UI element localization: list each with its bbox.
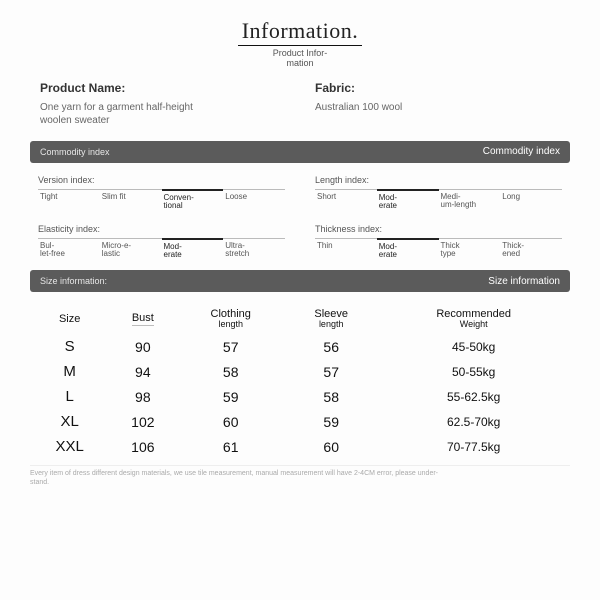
table-row: XL102605962.5-70kg: [30, 409, 570, 434]
table-cell: 102: [109, 409, 176, 434]
table-cell: 58: [285, 384, 377, 409]
thickness-option: Thick-ened: [500, 239, 562, 263]
version-index: Version index: TightSlim fitConven-tional…: [38, 175, 285, 214]
table-cell: XL: [30, 409, 109, 434]
table-cell: 62.5-70kg: [377, 409, 570, 434]
elasticity-option: Micro-e-lastic: [100, 239, 162, 263]
table-cell: 60: [285, 434, 377, 459]
page-subtitle: Product Infor-mation: [30, 49, 570, 69]
table-cell: 61: [176, 434, 285, 459]
fabric-value: Australian 100 wool: [315, 101, 495, 114]
version-option: Loose: [223, 190, 285, 214]
table-cell: 57: [285, 359, 377, 384]
commodity-index-bar: Commodity index Commodity index: [30, 141, 570, 163]
thickness-index: Thickness index: ThinMod-erateThicktypeTh…: [315, 224, 562, 263]
table-cell: 58: [176, 359, 285, 384]
version-option: Tight: [38, 190, 100, 214]
length-option: Short: [315, 190, 377, 214]
table-header: Size: [30, 304, 109, 334]
size-information-bar: Size information: Size information: [30, 270, 570, 292]
indices-grid: Version index: TightSlim fitConven-tional…: [38, 175, 562, 263]
table-cell: 90: [109, 334, 176, 359]
table-cell: 57: [176, 334, 285, 359]
bar-right-label: Size information: [488, 276, 560, 287]
elasticity-index: Elasticity index: Bul-let-freeMicro-e-las…: [38, 224, 285, 263]
size-table: SizeBustClothinglengthSleevelengthRecomm…: [30, 304, 570, 459]
table-header: Clothinglength: [176, 304, 285, 334]
version-index-title: Version index:: [38, 175, 285, 185]
table-cell: 60: [176, 409, 285, 434]
length-index: Length index: ShortMod-erateMedi-um-lengt…: [315, 175, 562, 214]
table-cell: 55-62.5kg: [377, 384, 570, 409]
table-cell: 98: [109, 384, 176, 409]
table-cell: S: [30, 334, 109, 359]
thickness-option: Mod-erate: [377, 238, 439, 263]
length-option: Medi-um-length: [439, 190, 501, 214]
elasticity-option: Ultra-stretch: [223, 239, 285, 263]
table-cell: 70-77.5kg: [377, 434, 570, 459]
version-scale: TightSlim fitConven-tionalLoose: [38, 189, 285, 214]
thickness-option: Thicktype: [439, 239, 501, 263]
product-name-value: One yarn for a garment half-height woole…: [40, 101, 220, 127]
fabric-block: Fabric: Australian 100 wool: [315, 81, 560, 127]
table-cell: 59: [285, 409, 377, 434]
version-option: Conven-tional: [162, 189, 224, 214]
table-cell: 45-50kg: [377, 334, 570, 359]
table-row: M94585750-55kg: [30, 359, 570, 384]
product-info-row: Product Name: One yarn for a garment hal…: [40, 81, 560, 127]
elasticity-option: Mod-erate: [162, 238, 224, 263]
table-cell: 106: [109, 434, 176, 459]
table-header: RecommendedWeight: [377, 304, 570, 334]
length-option: Long: [500, 190, 562, 214]
version-option: Slim fit: [100, 190, 162, 214]
table-cell: XXL: [30, 434, 109, 459]
table-row: L98595855-62.5kg: [30, 384, 570, 409]
table-header: Bust: [109, 304, 176, 334]
product-name-label: Product Name:: [40, 81, 285, 95]
table-cell: 59: [176, 384, 285, 409]
elasticity-index-title: Elasticity index:: [38, 224, 285, 234]
table-cell: M: [30, 359, 109, 384]
table-cell: L: [30, 384, 109, 409]
table-row: XXL106616070-77.5kg: [30, 434, 570, 459]
footnote: Every item of dress different design mat…: [30, 465, 570, 487]
length-option: Mod-erate: [377, 189, 439, 214]
table-row: S90575645-50kg: [30, 334, 570, 359]
table-header: Sleevelength: [285, 304, 377, 334]
length-scale: ShortMod-erateMedi-um-lengthLong: [315, 189, 562, 214]
table-cell: 50-55kg: [377, 359, 570, 384]
product-name-block: Product Name: One yarn for a garment hal…: [40, 81, 285, 127]
thickness-option: Thin: [315, 239, 377, 263]
bar-right-label: Commodity index: [483, 146, 560, 157]
table-cell: 56: [285, 334, 377, 359]
thickness-index-title: Thickness index:: [315, 224, 562, 234]
table-cell: 94: [109, 359, 176, 384]
table-header-row: SizeBustClothinglengthSleevelengthRecomm…: [30, 304, 570, 334]
page-title: Information.: [238, 18, 363, 46]
heading-block: Information. Product Infor-mation: [30, 18, 570, 69]
thickness-scale: ThinMod-erateThicktypeThick-ened: [315, 238, 562, 263]
length-index-title: Length index:: [315, 175, 562, 185]
fabric-label: Fabric:: [315, 81, 560, 95]
elasticity-scale: Bul-let-freeMicro-e-lasticMod-erateUltra…: [38, 238, 285, 263]
bar-left-label: Size information:: [40, 276, 107, 286]
elasticity-option: Bul-let-free: [38, 239, 100, 263]
bar-left-label: Commodity index: [40, 147, 110, 157]
